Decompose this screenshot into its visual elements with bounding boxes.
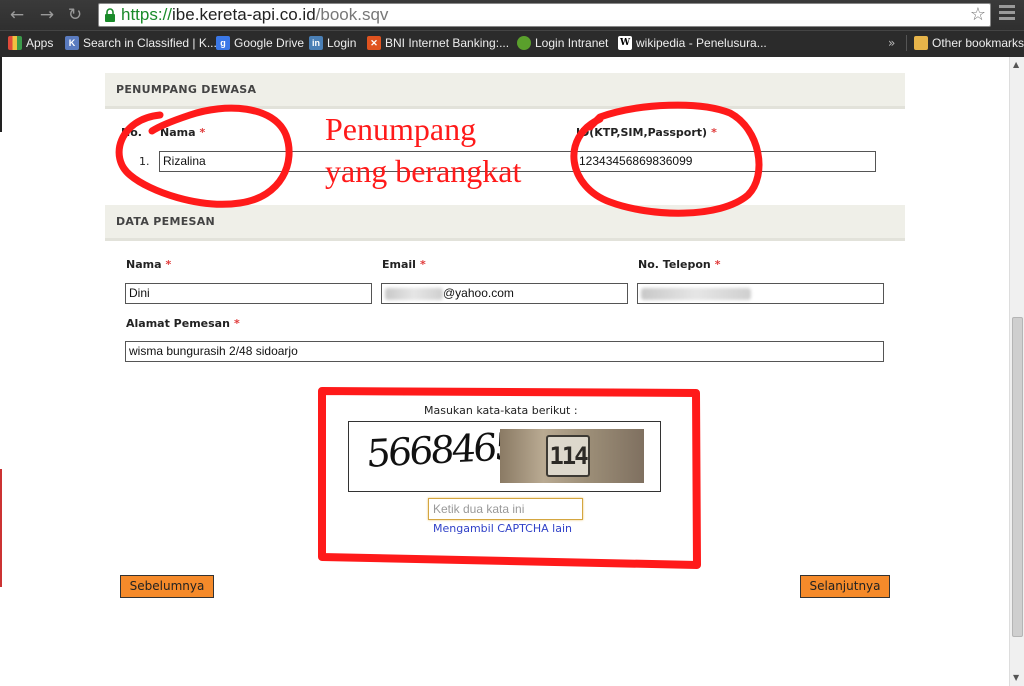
col-name-label: Nama *	[160, 126, 206, 139]
section-passenger-header: PENUMPANG DEWASA	[105, 73, 905, 109]
intranet-icon	[517, 36, 531, 50]
other-bookmarks-button[interactable]: Other bookmarks	[914, 34, 1024, 52]
redacted-phone-number	[641, 287, 751, 300]
page-left-edge	[0, 57, 2, 132]
classified-icon: K	[65, 36, 79, 50]
redacted-email-user	[385, 287, 443, 300]
section-booker-header: DATA PEMESAN	[105, 205, 905, 241]
captcha-input[interactable]: Ketik dua kata ini	[428, 498, 583, 520]
reload-icon[interactable]: ↻	[64, 4, 86, 26]
bookmark-login-intranet[interactable]: Login Intranet	[517, 34, 608, 52]
browser-chrome: ← → ↻ https://ibe.kereta-api.co.id/book.…	[0, 0, 1024, 57]
booker-email-label: Email *	[382, 258, 426, 271]
lock-icon	[105, 8, 115, 22]
section-passenger-title: PENUMPANG DEWASA	[116, 83, 257, 96]
passenger-row-number: 1.	[139, 155, 150, 168]
col-id-label: ID(KTP,SIM,Passport) *	[576, 126, 717, 139]
page-scrollbar[interactable]: ▲ ▼	[1009, 57, 1024, 686]
captcha-refresh-link[interactable]: Mengambil CAPTCHA lain	[433, 522, 572, 535]
booker-phone-label: No. Telepon *	[638, 258, 721, 271]
bookmark-bni[interactable]: ✕ BNI Internet Banking:...	[367, 34, 509, 52]
captcha-instruction: Masukan kata-kata berikut :	[424, 404, 578, 417]
google-icon: g	[216, 36, 230, 50]
browser-toolbar: ← → ↻ https://ibe.kereta-api.co.id/book.…	[0, 0, 1024, 30]
bookmark-apps[interactable]: Apps	[8, 34, 53, 52]
back-arrow-icon[interactable]: ←	[6, 4, 28, 26]
booker-address-input[interactable]: wisma bungurasih 2/48 sidoarjo	[125, 341, 884, 362]
captcha-image: 5668465 114	[348, 421, 661, 492]
bookmark-login[interactable]: in Login	[309, 34, 356, 52]
annotation-line-2: yang berangkat	[325, 153, 522, 189]
bookmarks-divider	[906, 35, 907, 51]
booker-phone-input[interactable]	[637, 283, 884, 304]
captcha-photo-word: 114	[500, 429, 644, 483]
folder-icon	[914, 36, 928, 50]
scroll-down-arrow-icon[interactable]: ▼	[1013, 673, 1019, 682]
passenger-id-input[interactable]: 12343456869836099	[575, 151, 876, 172]
scrollbar-thumb[interactable]	[1012, 317, 1023, 637]
next-button[interactable]: Selanjutnya	[800, 575, 890, 598]
page-left-edge-accent	[0, 469, 2, 587]
captcha-house-number: 114	[546, 435, 590, 477]
booker-name-label: Nama *	[126, 258, 172, 271]
booker-address-label: Alamat Pemesan *	[126, 317, 240, 330]
captcha-distorted-word: 5668465	[365, 424, 517, 476]
wikipedia-icon: W	[618, 36, 632, 50]
login-site-icon: in	[309, 36, 323, 50]
col-no-label: No.	[121, 126, 142, 139]
bookmark-star-icon[interactable]: ☆	[970, 4, 986, 26]
bookmark-wikipedia[interactable]: W wikipedia - Penelusura...	[618, 34, 767, 52]
booker-email-input[interactable]: @yahoo.com	[381, 283, 628, 304]
bni-icon: ✕	[367, 36, 381, 50]
previous-button[interactable]: Sebelumnya	[120, 575, 214, 598]
booker-name-input[interactable]: Dini	[125, 283, 372, 304]
forward-arrow-icon[interactable]: →	[36, 4, 58, 26]
scroll-up-arrow-icon[interactable]: ▲	[1013, 60, 1019, 69]
bookmarks-bar: Apps K Search in Classified | K... g Goo…	[0, 30, 1024, 54]
chrome-menu-icon[interactable]	[999, 5, 1015, 23]
apps-icon	[8, 36, 22, 50]
annotation-line-1: Penumpang	[325, 111, 477, 147]
address-bar[interactable]: https://ibe.kereta-api.co.id/book.sqv ☆	[98, 3, 991, 27]
section-booker-title: DATA PEMESAN	[116, 215, 216, 228]
booking-page: PENUMPANG DEWASA No. Nama * ID(KTP,SIM,Pa…	[0, 57, 1009, 686]
url-text: https://ibe.kereta-api.co.id/book.sqv	[121, 5, 389, 24]
bookmark-google-drive[interactable]: g Google Drive	[216, 34, 304, 52]
bookmark-classified[interactable]: K Search in Classified | K...	[65, 34, 217, 52]
bookmarks-overflow-button[interactable]: »	[888, 36, 895, 50]
